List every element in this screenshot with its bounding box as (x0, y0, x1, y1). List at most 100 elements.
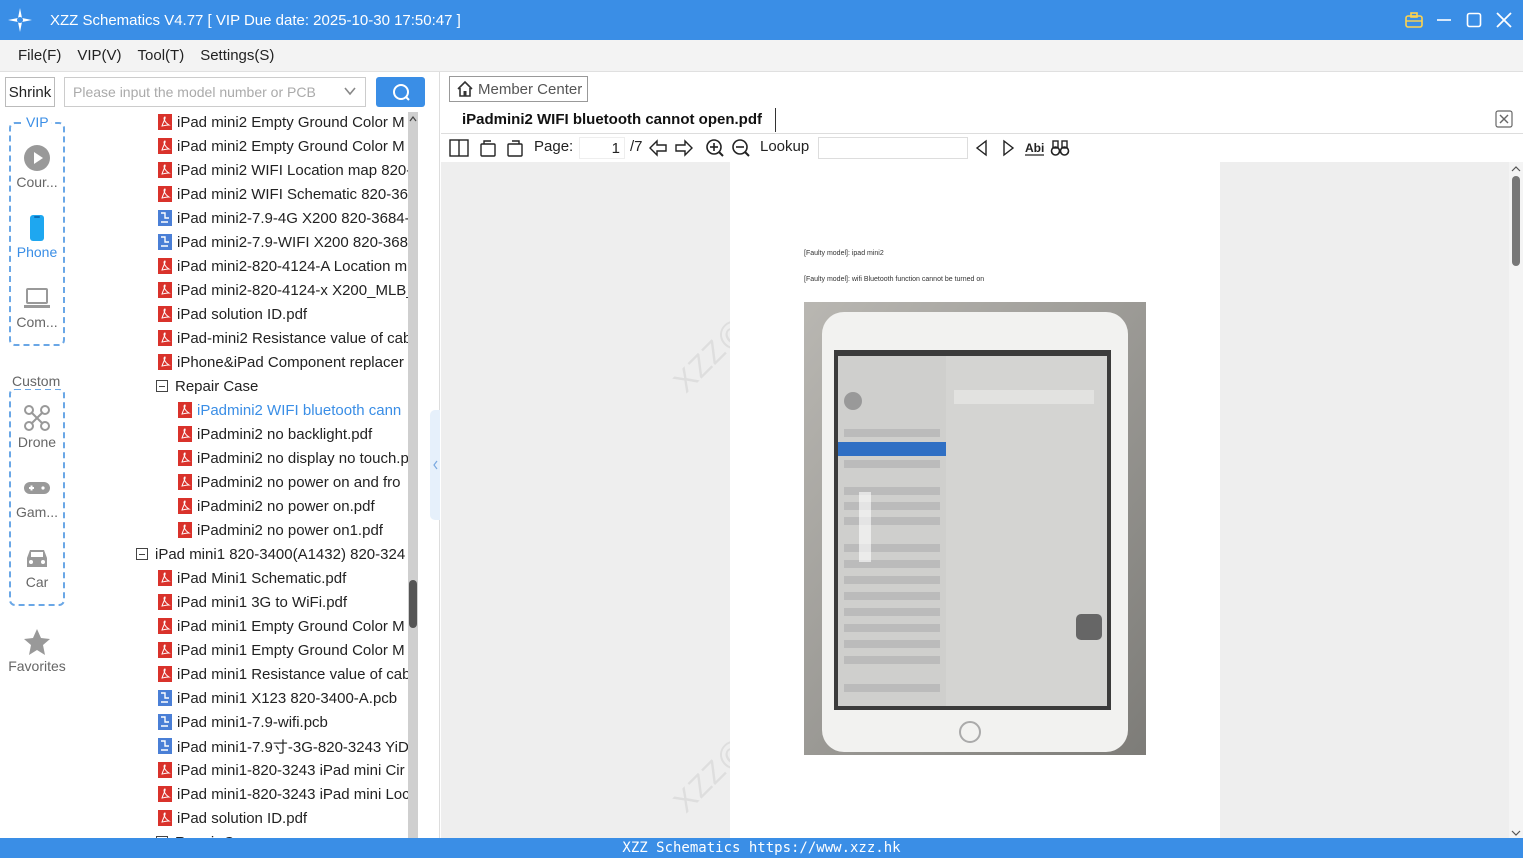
menu-file[interactable]: File(F) (18, 47, 61, 64)
phone-icon (30, 215, 44, 241)
tree-file-item[interactable]: iPadmini2 WIFI bluetooth cann (178, 398, 401, 422)
play-icon (24, 145, 50, 171)
viewer-scroll-thumb[interactable] (1512, 176, 1520, 266)
rail-item-phone[interactable]: Phone (0, 214, 74, 260)
tree-item-label: iPad mini2-7.9-WIFI X200 820-3683 (177, 233, 408, 251)
document-tab-title[interactable]: iPadmini2 WIFI bluetooth cannot open.pdf (462, 111, 762, 128)
tree-file-item[interactable]: iPadmini2 no display no touch.p (178, 446, 408, 470)
tree-file-item[interactable]: iPad mini2 Empty Ground Color M (158, 112, 405, 134)
tree-file-item[interactable]: iPadmini2 no power on and fro (178, 470, 400, 494)
tree-file-item[interactable]: iPad-mini2 Resistance value of cab (158, 326, 408, 350)
pdf-file-icon (158, 786, 172, 802)
tree-file-item[interactable]: iPad mini1 Empty Ground Color M (158, 638, 405, 662)
prev-page-icon[interactable] (648, 138, 668, 158)
tree-file-item[interactable]: iPad Mini1 Schematic.pdf (158, 566, 346, 590)
tree-file-item[interactable]: iPhone&iPad Component replacer (158, 350, 404, 374)
search-input[interactable]: Please input the model number or PCB (64, 77, 366, 107)
sidebar-toggle-icon[interactable] (449, 138, 469, 158)
rail-item-game[interactable]: Gam... (0, 474, 74, 520)
tree-item-label: iPadmini2 no power on.pdf (197, 497, 375, 515)
tree-file-item[interactable]: iPad mini1-820-3243 iPad mini Loc (158, 782, 408, 806)
zoom-in-icon[interactable] (705, 138, 725, 158)
tree-file-item[interactable]: iPad solution ID.pdf (158, 302, 307, 326)
chevron-down-icon[interactable] (343, 84, 357, 101)
panel-collapse-handle[interactable] (430, 410, 440, 520)
tree-item-label: iPad Mini1 Schematic.pdf (177, 569, 347, 587)
next-page-icon[interactable] (674, 138, 694, 158)
tree-file-item[interactable]: iPadmini2 no backlight.pdf (178, 422, 372, 446)
tree-item-label: iPad mini1-820-3243 iPad mini Cir (177, 761, 405, 779)
tree-file-item[interactable]: iPad mini2 WIFI Schematic 820-368 (158, 182, 408, 206)
tree-folder[interactable]: Repair Case (156, 830, 258, 838)
tree-file-item[interactable]: iPadmini2 no power on1.pdf (178, 518, 383, 542)
pdf-file-icon (178, 498, 192, 514)
collapse-icon[interactable] (156, 380, 168, 392)
tree-file-item[interactable]: iPad mini2 WIFI Location map 820- (158, 158, 408, 182)
tree-file-item[interactable]: iPad mini2 Empty Ground Color M (158, 134, 405, 158)
close-icon[interactable] (1495, 11, 1513, 29)
tree-file-item[interactable]: iPad solution ID.pdf (158, 806, 307, 830)
pdf-file-icon (158, 186, 172, 202)
tree-item-label: iPadmini2 no power on and fro (197, 473, 401, 491)
tree-file-item[interactable]: iPad mini1 3G to WiFi.pdf (158, 590, 347, 614)
rotate-right-icon[interactable] (505, 138, 525, 158)
minimize-icon[interactable] (1435, 11, 1453, 29)
tree-file-item[interactable]: iPad mini1 Empty Ground Color M (158, 614, 405, 638)
rail-item-course[interactable]: Cour... (0, 144, 74, 190)
lookup-input[interactable] (818, 137, 968, 159)
tree-file-item[interactable]: iPad mini2-7.9-4G X200 820-3684- (158, 206, 408, 230)
scroll-thumb[interactable] (409, 580, 417, 628)
tree-file-item[interactable]: iPad mini1-820-3243 iPad mini Cir (158, 758, 405, 782)
pdf-file-icon (178, 450, 192, 466)
tree-file-item[interactable]: iPad mini2-7.9-WIFI X200 820-3683 (158, 230, 408, 254)
pdf-file-icon (178, 522, 192, 538)
pdf-text-faulty-model: [Faulty model]: ipad mini2 (804, 250, 884, 257)
rail-item-computer[interactable]: Com... (0, 284, 74, 330)
find-next-icon[interactable] (998, 138, 1018, 158)
tree-file-item[interactable]: iPad mini1 X123 820-3400-A.pcb (158, 686, 397, 710)
search-button[interactable] (376, 77, 425, 107)
pcb-file-icon (158, 714, 172, 730)
match-case-icon[interactable]: Abi (1024, 138, 1044, 158)
tree-scrollbar[interactable] (408, 112, 430, 838)
rail-item-favorites[interactable]: Favorites (0, 628, 74, 674)
pdf-viewer[interactable]: XZZ@XZZHK XZZ@XZZHK [Faulty model]: ipad… (441, 162, 1523, 838)
collapse-icon[interactable] (136, 548, 148, 560)
binoculars-icon[interactable] (1050, 138, 1070, 158)
tree-item-label: iPad mini1-7.9寸-3G-820-3243 YiD (177, 738, 408, 756)
tree-item-label: iPadmini2 no backlight.pdf (197, 425, 373, 443)
close-tab-icon[interactable] (1495, 110, 1513, 128)
rail-item-car[interactable]: Car (0, 544, 74, 590)
viewer-scrollbar[interactable] (1509, 162, 1523, 838)
title-bar: XZZ Schematics V4.77 [ VIP Due date: 202… (0, 0, 1523, 40)
maximize-icon[interactable] (1465, 11, 1483, 29)
rotate-left-icon[interactable] (478, 138, 498, 158)
tree-folder[interactable]: iPad mini1 820-3400(A1432) 820-324 (136, 542, 405, 566)
tree-file-item[interactable]: iPadmini2 no power on.pdf (178, 494, 375, 518)
status-bar: XZZ Schematics https://www.xzz.hk (0, 838, 1523, 858)
document-tab[interactable]: iPadmini2 WIFI bluetooth cannot open.pdf (441, 106, 1523, 134)
page-number-input[interactable]: 1 (579, 137, 625, 159)
vip-briefcase-icon[interactable] (1405, 11, 1423, 29)
tree-file-item[interactable]: iPad mini2-820-4124-x X200_MLB_ (158, 278, 408, 302)
page-total: /7 (630, 138, 643, 155)
window-title: XZZ Schematics V4.77 [ VIP Due date: 202… (50, 11, 461, 29)
menu-tool[interactable]: Tool(T) (138, 47, 185, 64)
tree-file-item[interactable]: iPad mini1-7.9-wifi.pcb (158, 710, 328, 734)
find-prev-icon[interactable] (972, 138, 992, 158)
member-center-button[interactable]: Member Center (449, 76, 588, 102)
tree-file-item[interactable]: iPad mini1 Resistance value of cab (158, 662, 408, 686)
pcb-file-icon (158, 738, 172, 754)
tree-file-item[interactable]: iPad mini2-820-4124-A Location m (158, 254, 407, 278)
zoom-out-icon[interactable] (731, 138, 751, 158)
gamepad-icon (24, 482, 50, 494)
pcb-file-icon (158, 210, 172, 226)
menu-vip[interactable]: VIP(V) (77, 47, 121, 64)
shrink-button[interactable]: Shrink (5, 77, 55, 107)
tree-item-label: iPadmini2 WIFI bluetooth cann (197, 401, 402, 419)
rail-item-drone[interactable]: Drone (0, 404, 74, 450)
tree-folder[interactable]: Repair Case (156, 374, 258, 398)
pcb-file-icon (158, 690, 172, 706)
tree-file-item[interactable]: iPad mini1-7.9寸-3G-820-3243 YiD (158, 734, 408, 758)
menu-settings[interactable]: Settings(S) (200, 47, 274, 64)
